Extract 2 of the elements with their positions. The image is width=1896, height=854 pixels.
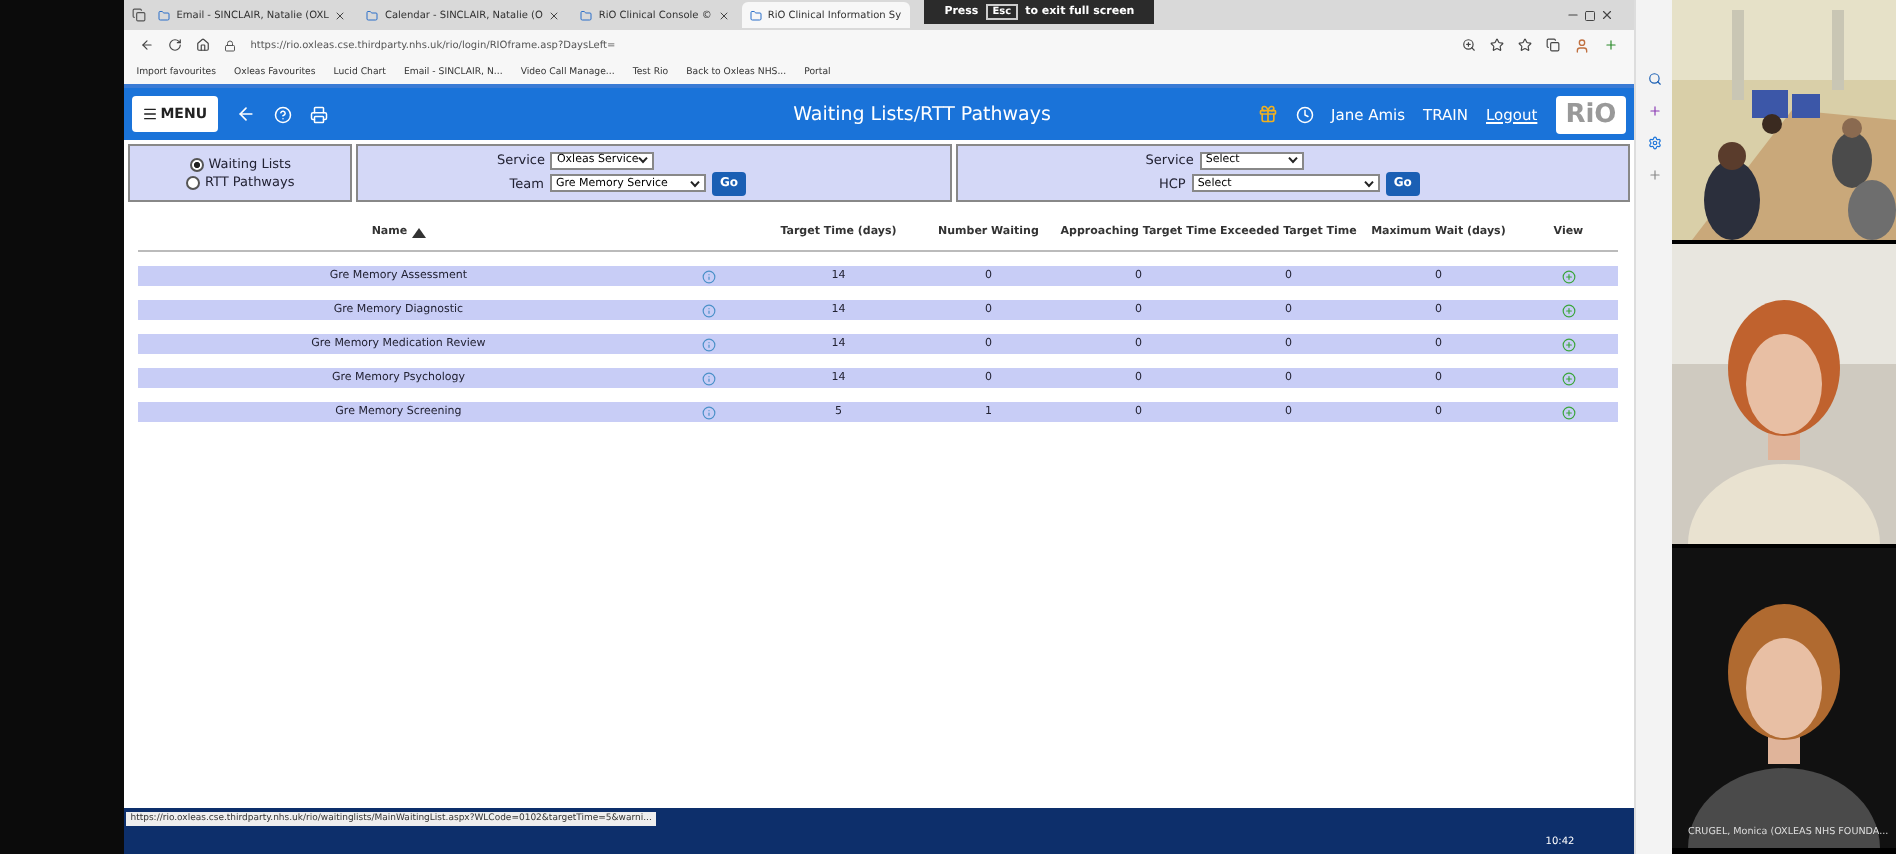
- page-title: Waiting Lists/RTT Pathways: [791, 103, 1053, 125]
- logo: RiO: [1555, 95, 1627, 133]
